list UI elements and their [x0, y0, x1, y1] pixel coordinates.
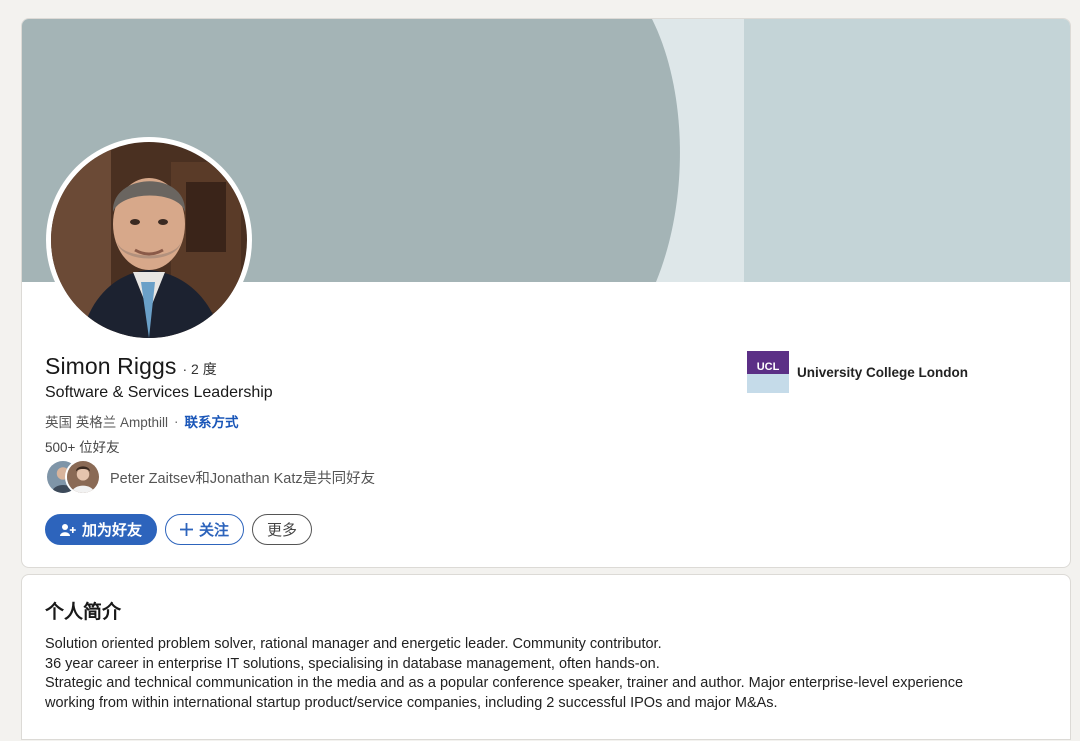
profile-card: Simon Riggs · 2 度 Software & Services Le…	[21, 18, 1071, 568]
mutual-avatars	[45, 459, 103, 495]
about-card: 个人简介 Solution oriented problem solver, r…	[21, 574, 1071, 740]
location-separator: ·	[174, 413, 179, 429]
mutual-connections-text: Peter Zaitsev和Jonathan Katz是共同好友	[110, 470, 376, 487]
follow-button-label: 关注	[199, 522, 230, 539]
about-text: Solution oriented problem solver, ration…	[45, 635, 1045, 713]
more-button[interactable]: 更多	[252, 514, 313, 545]
location-row: 英国 英格兰 Ampthill · 联系方式	[45, 411, 239, 431]
connect-button-label: 加为好友	[82, 522, 143, 539]
profile-photo-image	[51, 142, 247, 338]
contact-info-link[interactable]: 联系方式	[185, 411, 239, 431]
profile-photo[interactable]	[46, 137, 252, 343]
profile-actions: 加为好友 关注 更多	[45, 514, 313, 545]
profile-headline: Software & Services Leadership	[45, 384, 273, 401]
education-entry[interactable]: UCL University College London	[747, 351, 968, 393]
school-name: University College London	[797, 364, 969, 380]
about-title: 个人简介	[45, 602, 122, 623]
plus-icon	[180, 523, 194, 536]
ucl-logo-text: UCL	[757, 361, 780, 373]
mutual-connections[interactable]: Peter Zaitsev和Jonathan Katz是共同好友	[45, 459, 375, 495]
profile-name: Simon Riggs	[45, 353, 177, 379]
about-line: 36 year career in enterprise IT solution…	[45, 655, 660, 672]
follow-button[interactable]: 关注	[165, 514, 245, 545]
connection-degree: · 2 度	[182, 361, 217, 377]
about-line: working from within international startu…	[45, 694, 778, 711]
about-line: Solution oriented problem solver, ration…	[45, 636, 662, 652]
ucl-logo-icon: UCL	[747, 351, 789, 393]
add-person-icon	[60, 523, 76, 536]
more-button-label: 更多	[267, 522, 298, 539]
connections-count: 500+ 位好友	[45, 440, 120, 455]
name-row: Simon Riggs · 2 度	[45, 353, 217, 380]
about-line: Strategic and technical communication in…	[45, 675, 964, 692]
mutual-avatar	[65, 459, 101, 495]
connect-button[interactable]: 加为好友	[45, 514, 158, 545]
profile-location: 英国 英格兰 Ampthill	[45, 415, 169, 430]
